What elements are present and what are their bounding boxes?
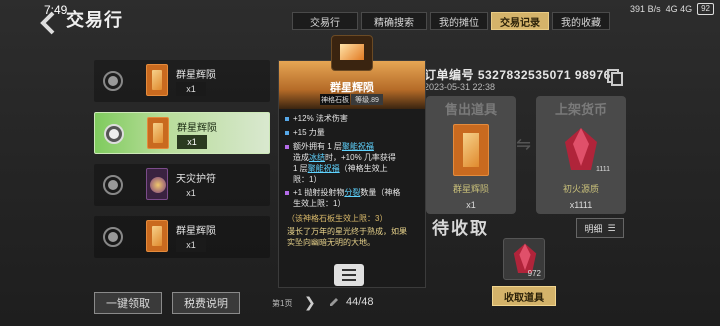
effect-line: 造成冰结时，+10% 几率获得 <box>293 153 396 162</box>
currency-heading: 上架货币 <box>554 101 607 117</box>
pending-qty: 972 <box>527 269 541 278</box>
currency-name: 初火源质 <box>562 184 599 194</box>
pending-coin-icon <box>104 124 124 144</box>
pending-item-slot: 972 <box>503 238 545 280</box>
effect-line: 生效上限：1） <box>293 199 346 208</box>
limit-note: （该神格石板生效上限：3） <box>287 214 388 223</box>
effect-line: 额外拥有 1 层聚能祝福 <box>285 141 374 152</box>
details-label: 明细 <box>584 223 603 234</box>
stat-line: +12% 法术伤害 <box>285 113 348 124</box>
list-item[interactable]: 群星辉陨 x1 <box>94 60 270 102</box>
tab-my-stall[interactable]: 我的摊位 <box>430 12 488 30</box>
page-label: 第1页 <box>272 299 293 308</box>
tooltip-menu-button[interactable] <box>334 264 364 286</box>
item-name: 天灾护符 <box>176 174 216 185</box>
status-indicators: 391 B/s 4G 4G 92 <box>630 3 714 15</box>
tooltip-thumbnail <box>331 35 373 71</box>
exchange-icon: ⇋ <box>516 134 532 154</box>
item-count: x1 <box>176 82 206 96</box>
effect-line: 1 层聚能祝福（神格生效上 <box>293 164 388 173</box>
pending-title: 待收取 <box>432 219 489 238</box>
top-tab-bar: 交易行 精确搜索 我的摊位 交易记录 我的收藏 <box>292 12 610 30</box>
net-speed: 391 B/s <box>630 4 661 14</box>
claimed-coin-icon <box>103 227 123 247</box>
effect-line: 限：1） <box>293 175 322 184</box>
stat-line: +15 力量 <box>285 127 325 138</box>
sold-item-heading: 售出道具 <box>444 101 497 117</box>
item-count: x1 <box>176 186 206 200</box>
page-counter-value: 44/48 <box>346 296 374 308</box>
crystal-gem-icon <box>565 128 597 170</box>
copy-icon[interactable] <box>606 68 624 86</box>
menu-icon: ☰ <box>607 222 616 233</box>
order-number: 订单编号 5327832535071 98976 <box>424 68 611 82</box>
order-date: 2023-05-31 22:38 <box>424 82 496 92</box>
item-name: 群星辉陨 <box>177 123 217 134</box>
item-thumbnail <box>146 64 168 96</box>
tab-my-favorites[interactable]: 我的收藏 <box>552 12 610 30</box>
claimed-coin-icon <box>103 71 123 91</box>
tooltip-item-name: 群星辉陨 <box>330 82 374 94</box>
sold-item-card: 售出道具 群星辉陨 x1 <box>426 96 516 214</box>
page-title: 交易行 <box>66 10 123 30</box>
bullet-icon <box>285 130 289 135</box>
tab-trade-records[interactable]: 交易记录 <box>491 12 549 30</box>
list-item[interactable]: 天灾护符 x1 <box>94 164 270 206</box>
tooltip-item-level: 等级.89 <box>351 94 383 105</box>
item-name: 群星辉陨 <box>176 70 216 81</box>
item-name: 群星辉陨 <box>176 226 216 237</box>
next-page-button[interactable]: ❯ <box>304 294 316 311</box>
tooltip-item-type: 神格石板 <box>320 94 350 105</box>
tab-precise-search[interactable]: 精确搜索 <box>361 12 427 30</box>
effect-line: +1 抛射投射物分裂数量（神格 <box>285 187 400 198</box>
bullet-icon <box>285 144 289 149</box>
item-tooltip: 群星辉陨 神格石板 等级.89 +12% 法术伤害 +15 力量 额外拥有 1 … <box>278 35 426 288</box>
sold-item-name: 群星辉陨 <box>452 184 489 194</box>
menu-icon <box>342 269 356 281</box>
sold-item-qty: x1 <box>466 200 476 210</box>
sold-item-thumbnail <box>453 124 489 176</box>
battery-icon: 92 <box>697 3 714 15</box>
item-count: x1 <box>177 135 207 149</box>
list-item[interactable]: 群星辉陨 x1 <box>94 216 270 258</box>
tax-info-button[interactable]: 税费说明 <box>172 292 240 314</box>
item-thumbnail <box>147 117 169 149</box>
details-button[interactable]: 明细 ☰ <box>576 218 624 238</box>
item-thumbnail <box>146 220 168 252</box>
back-button[interactable] <box>30 8 66 38</box>
chevron-left-icon <box>40 11 55 35</box>
currency-icon-qty: 1111 <box>596 166 611 173</box>
currency-qty: x1111 <box>569 200 593 210</box>
flavor-text: 实坠向幽暗无明的大地。 <box>287 238 375 247</box>
edit-icon <box>330 298 338 306</box>
page-counter: 44/48 <box>328 296 374 308</box>
tab-auction[interactable]: 交易行 <box>292 12 358 30</box>
claim-all-button[interactable]: 一键领取 <box>94 292 162 314</box>
chevron-right-icon: ❯ <box>304 294 316 310</box>
bullet-icon <box>285 190 289 195</box>
currency-card: 上架货币 1111 初火源质 x1111 <box>536 96 626 214</box>
bullet-icon <box>285 116 289 121</box>
claim-item-button[interactable]: 收取道具 <box>492 286 556 306</box>
list-item-selected[interactable]: 群星辉陨 x1 <box>94 112 270 154</box>
flavor-text: 漫长了万年的星光终于熟成，如果 <box>287 227 407 236</box>
signal-indicator: 4G 4G <box>665 4 693 14</box>
item-count: x1 <box>176 238 206 252</box>
item-thumbnail <box>146 168 168 200</box>
claimed-coin-icon <box>103 175 123 195</box>
